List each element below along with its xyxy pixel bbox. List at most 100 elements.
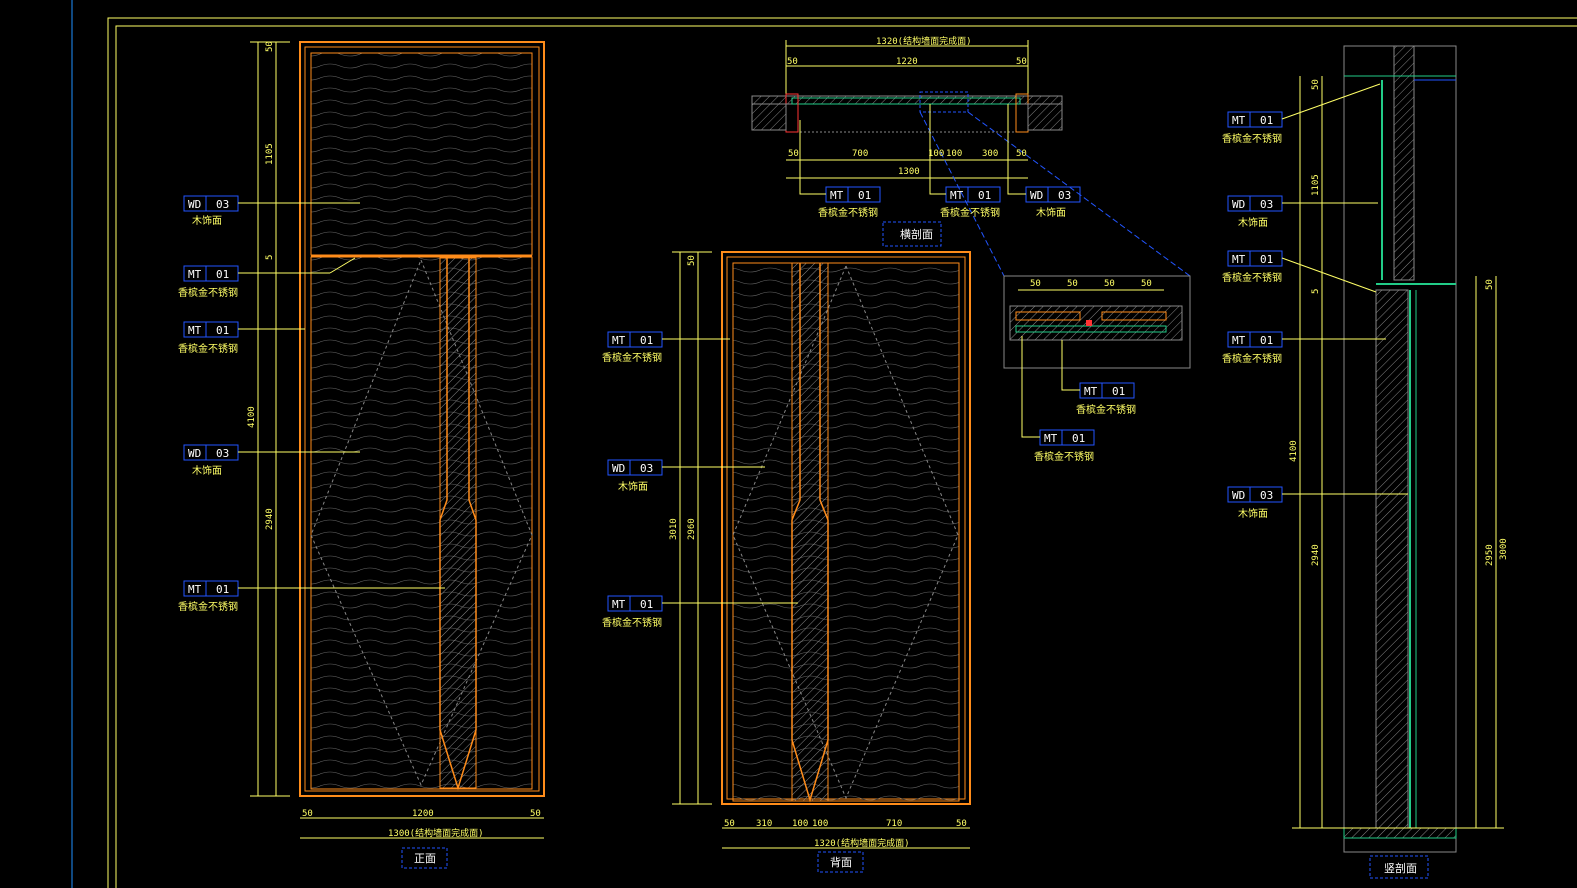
front-dim-h-2: 50 [530, 809, 541, 819]
front-dim-v-4: 2940 [265, 508, 275, 530]
section-tag-0-num: 01 [1260, 114, 1273, 127]
front-tag-3-desc: 木饰面 [192, 464, 222, 477]
detail-tag-1-num: 01 [1072, 432, 1085, 445]
detail-view [1003, 275, 1191, 369]
plan-tag-2-desc: 木饰面 [1036, 206, 1066, 219]
front-tag-1-num: 01 [216, 268, 229, 281]
front-tag-4-desc: 香槟金不锈钢 [178, 600, 238, 613]
back-dim-v-0: 50 [687, 255, 697, 266]
front-tag-3-num: 03 [216, 447, 229, 460]
section-dim-l-4: 2940 [1311, 544, 1321, 566]
section-tag-2: MT 01 香槟金不锈钢 [1222, 250, 1377, 293]
front-tag-4-num: 01 [216, 583, 229, 596]
front-elevation [250, 41, 545, 869]
detail-dim-2: 50 [1104, 279, 1115, 289]
back-dim-h-1: 310 [756, 819, 772, 829]
section-tag-3-num: 01 [1260, 334, 1273, 347]
plan-section [751, 40, 1191, 277]
back-tag-0-num: 01 [640, 334, 653, 347]
section-tag-2-num: 01 [1260, 253, 1273, 266]
detail-dim-0: 50 [1030, 279, 1041, 289]
front-tag-0-num: 03 [216, 198, 229, 211]
section-dim-r-0: 50 [1485, 279, 1495, 290]
detail-dim-1: 50 [1067, 279, 1078, 289]
plan-dim-bot-3: 100 [946, 149, 962, 159]
section-title: 竖剖面 [1384, 861, 1417, 875]
front-tag-1-code: MT [188, 268, 202, 281]
plan-tag-2-code: WD [1030, 189, 1043, 202]
section-dim-r-2: 3000 [1499, 538, 1509, 560]
front-dim-h-1: 1200 [412, 809, 434, 819]
section-tag-4-code: WD [1232, 489, 1245, 502]
front-tag-2-desc: 香槟金不锈钢 [178, 342, 238, 355]
back-dim-h-2: 100 [792, 819, 808, 829]
front-tag-0-desc: 木饰面 [192, 214, 222, 227]
back-dim-h-0: 50 [724, 819, 735, 829]
back-tag-1-num: 03 [640, 462, 653, 475]
front-dim-v-1: 1105 [265, 143, 275, 165]
back-dim-v-2: 2960 [687, 518, 697, 540]
section-dim-l-3: 4100 [1289, 440, 1299, 462]
detail-tag-0: MT 01 香槟金不锈钢 [1061, 340, 1136, 416]
plan-dim-top-0: 1320(结构墙面完成面) [876, 35, 972, 47]
front-tag-0-code: WD [188, 198, 201, 211]
plan-tag-0-num: 01 [858, 189, 871, 202]
detail-tag-0-desc: 香槟金不锈钢 [1076, 403, 1136, 416]
plan-tag-0-desc: 香槟金不锈钢 [818, 206, 878, 219]
front-tag-2-code: MT [188, 324, 202, 337]
plan-dim-bot-4: 300 [982, 149, 998, 159]
front-tag-2-num: 01 [216, 324, 229, 337]
detail-tag-1: MT 01 香槟金不锈钢 [1021, 336, 1095, 463]
back-title: 背面 [830, 855, 852, 869]
section-tag-2-desc: 香槟金不锈钢 [1222, 271, 1282, 284]
plan-dim-bot-6: 1300 [898, 167, 920, 177]
plan-dim-top-1: 50 [787, 57, 798, 67]
section-tag-3-code: MT [1232, 334, 1246, 347]
plan-title: 横剖面 [900, 227, 933, 241]
back-tag-2-desc: 香槟金不锈钢 [602, 616, 662, 629]
plan-dim-bot-5: 50 [1016, 149, 1027, 159]
front-dim-v-0: 50 [265, 41, 275, 52]
section-tag-4-desc: 木饰面 [1238, 507, 1268, 520]
front-dim-h-0: 50 [302, 809, 313, 819]
section-tag-3-desc: 香槟金不锈钢 [1222, 352, 1282, 365]
detail-tag-0-num: 01 [1112, 385, 1125, 398]
front-dim-h-3: 1300(结构墙面完成面) [388, 827, 484, 839]
back-tag-2-code: MT [612, 598, 626, 611]
plan-dim-bot-1: 700 [852, 149, 868, 159]
plan-tag-1-desc: 香槟金不锈钢 [940, 206, 1000, 219]
plan-dim-bot-0: 50 [788, 149, 799, 159]
plan-tag-0: MT 01 香槟金不锈钢 [799, 120, 881, 219]
plan-dim-top-3: 50 [1016, 57, 1027, 67]
plan-tag-1-num: 01 [978, 189, 991, 202]
back-dim-h-4: 710 [886, 819, 902, 829]
section-tag-3: MT 01 香槟金不锈钢 [1222, 331, 1386, 365]
plan-tag-1-code: MT [950, 189, 964, 202]
back-tag-0-desc: 香槟金不锈钢 [602, 351, 662, 364]
front-tag-2: MT 01 香槟金不锈钢 [178, 321, 305, 355]
front-tag-4-code: MT [188, 583, 202, 596]
drawing-canvas: 50 1105 5 4100 2940 50 1200 50 1300(结构墙面… [71, 0, 1577, 888]
back-tag-0-code: MT [612, 334, 626, 347]
plan-dim-top-2: 1220 [896, 57, 918, 67]
detail-tag-0-code: MT [1084, 385, 1098, 398]
back-tag-1-code: WD [612, 462, 625, 475]
back-dim-v-1: 3010 [669, 518, 679, 540]
section-tag-0: MT 01 香槟金不锈钢 [1222, 83, 1381, 145]
plan-tag-1: MT 01 香槟金不锈钢 [929, 104, 1001, 219]
back-tag-2-num: 01 [640, 598, 653, 611]
back-tag-1-desc: 木饰面 [618, 480, 648, 493]
front-tag-1-desc: 香槟金不锈钢 [178, 286, 238, 299]
front-tag-3-code: WD [188, 447, 201, 460]
vertical-section [1292, 45, 1504, 879]
plan-tag-2-num: 03 [1058, 189, 1071, 202]
section-tag-1-code: WD [1232, 198, 1245, 211]
front-dim-v-3: 4100 [247, 406, 257, 428]
section-tag-0-code: MT [1232, 114, 1246, 127]
back-dim-h-3: 100 [812, 819, 828, 829]
section-tag-1: WD 03 木饰面 [1227, 195, 1378, 229]
detail-dim-3: 50 [1141, 279, 1152, 289]
back-dim-h-5: 50 [956, 819, 967, 829]
back-dim-h-6: 1320(结构墙面完成面) [814, 837, 910, 849]
back-elevation [672, 251, 971, 873]
